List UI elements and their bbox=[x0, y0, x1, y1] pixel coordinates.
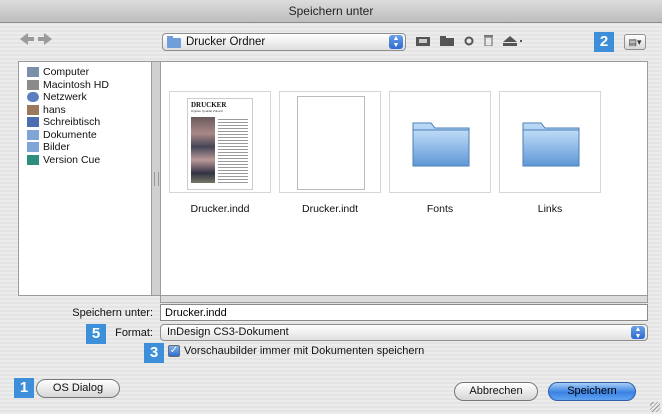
sidebar-item-computer[interactable]: Computer bbox=[27, 66, 151, 79]
blank-template-thumbnail bbox=[297, 96, 365, 190]
harddisk-icon bbox=[27, 79, 39, 90]
sidebar-item-version-cue[interactable]: Version Cue bbox=[27, 154, 151, 167]
forward-arrow-icon[interactable] bbox=[38, 33, 52, 45]
save-as-label: Speichern unter: bbox=[72, 307, 153, 319]
sidebar-item-label: Schreibtisch bbox=[43, 116, 101, 129]
sidebar-item-label: Macintosh HD bbox=[43, 78, 109, 91]
badge-preview: 3 bbox=[144, 343, 164, 363]
documents-folder-icon bbox=[27, 129, 39, 140]
network-icon bbox=[27, 92, 39, 103]
horizontal-scrollbar[interactable] bbox=[160, 296, 648, 303]
save-as-input[interactable] bbox=[160, 304, 648, 321]
sidebar-item-label: Netzwerk bbox=[43, 91, 87, 104]
view-options-button[interactable]: ▤▾ bbox=[624, 34, 646, 50]
file-tile-fonts[interactable] bbox=[389, 91, 491, 193]
cancel-button[interactable]: Abbrechen bbox=[454, 382, 538, 401]
nav-buttons bbox=[20, 33, 52, 45]
sidebar-item-label: Dokumente bbox=[43, 128, 97, 141]
folder-icon bbox=[167, 36, 181, 48]
location-label: Drucker Ordner bbox=[186, 36, 266, 48]
folder-action-icon[interactable] bbox=[440, 35, 454, 46]
preview-checkbox-row[interactable]: ✓ Vorschaubilder immer mit Dokumenten sp… bbox=[168, 345, 424, 357]
format-value: InDesign CS3-Dokument bbox=[167, 326, 289, 338]
file-tile-drucker-indt[interactable] bbox=[279, 91, 381, 193]
preview-title: DRUCKER bbox=[191, 101, 227, 109]
window-title: Speichern unter bbox=[0, 0, 662, 23]
file-tile-drucker-indd[interactable]: DRUCKER Digitale Qualität Zukunft bbox=[169, 91, 271, 193]
sidebar-item-schreibtisch[interactable]: Schreibtisch bbox=[27, 116, 151, 129]
sidebar-splitter[interactable] bbox=[152, 61, 160, 296]
home-icon bbox=[27, 104, 39, 115]
new-folder-icon[interactable] bbox=[416, 36, 430, 46]
pictures-folder-icon bbox=[27, 142, 39, 153]
folder-icon bbox=[412, 122, 470, 167]
file-name: Links bbox=[537, 203, 563, 215]
version-cue-icon bbox=[27, 154, 39, 165]
os-dialog-button[interactable]: OS Dialog bbox=[36, 379, 120, 398]
back-arrow-icon[interactable] bbox=[20, 33, 34, 45]
file-name: Fonts bbox=[426, 203, 454, 215]
computer-icon bbox=[27, 67, 39, 78]
sidebar-item-hans[interactable]: hans bbox=[27, 104, 151, 117]
badge-view-options: 2 bbox=[594, 32, 614, 52]
save-dialog: Drucker Ordner ▲ ▼ 2 ▤▾ Computer Macintos… bbox=[0, 23, 662, 414]
format-label: Format: bbox=[115, 327, 153, 339]
location-popup[interactable]: Drucker Ordner ▲ ▼ bbox=[162, 33, 406, 51]
preview-text-lines bbox=[218, 117, 248, 183]
resize-grip-icon[interactable] bbox=[650, 402, 660, 412]
refresh-icon[interactable] bbox=[464, 36, 474, 46]
preview-checkbox[interactable]: ✓ bbox=[168, 345, 180, 357]
sidebar-item-macintosh-hd[interactable]: Macintosh HD bbox=[27, 79, 151, 92]
document-preview-thumbnail: DRUCKER Digitale Qualität Zukunft bbox=[187, 98, 253, 190]
file-name: Drucker.indd bbox=[190, 203, 250, 215]
sidebar-item-label: hans bbox=[43, 103, 66, 116]
sidebar-item-label: Computer bbox=[43, 66, 90, 79]
eject-menu-icon[interactable] bbox=[503, 35, 523, 46]
preview-subtitle: Digitale Qualität Zukunft bbox=[191, 109, 224, 113]
popup-arrows-icon: ▲ ▼ bbox=[631, 326, 645, 340]
splitter-grip-icon bbox=[154, 172, 159, 186]
file-browser: DRUCKER Digitale Qualität Zukunft Drucke… bbox=[160, 61, 648, 296]
sidebar: Computer Macintosh HD Netzwerk hans Schr… bbox=[18, 61, 152, 296]
sidebar-item-label: Bilder bbox=[43, 141, 70, 154]
preview-checkbox-label: Vorschaubilder immer mit Dokumenten spei… bbox=[184, 345, 425, 357]
format-popup[interactable]: InDesign CS3-Dokument ▲ ▼ bbox=[160, 324, 648, 341]
sidebar-item-dokumente[interactable]: Dokumente bbox=[27, 129, 151, 142]
trash-icon[interactable] bbox=[484, 35, 493, 46]
folder-icon bbox=[522, 122, 580, 167]
popup-arrows-icon: ▲ ▼ bbox=[389, 35, 403, 49]
desktop-icon bbox=[27, 117, 39, 128]
sidebar-item-netzwerk[interactable]: Netzwerk bbox=[27, 91, 151, 104]
list-view-icon: ▤▾ bbox=[628, 37, 642, 47]
sidebar-item-label: Version Cue bbox=[43, 153, 101, 166]
file-name: Drucker.indt bbox=[301, 203, 359, 215]
save-button[interactable]: Speichern bbox=[548, 382, 636, 401]
file-tile-links[interactable] bbox=[499, 91, 601, 193]
toolbar-icons bbox=[416, 35, 523, 46]
preview-image-strip bbox=[191, 117, 215, 183]
sidebar-item-bilder[interactable]: Bilder bbox=[27, 141, 151, 154]
badge-os-dialog: 1 bbox=[14, 378, 34, 398]
